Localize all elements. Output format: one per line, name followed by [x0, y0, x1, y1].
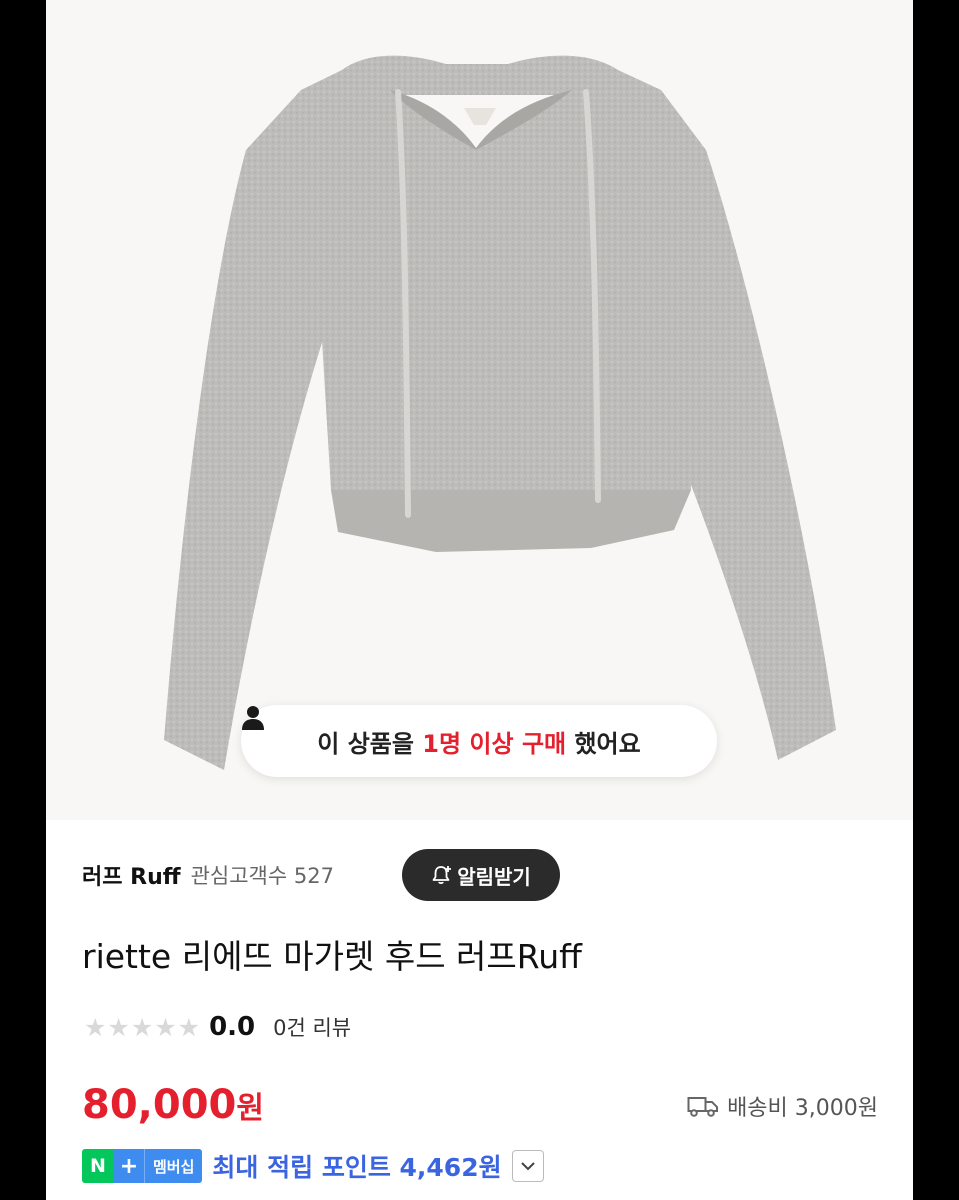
price: 80,000원 [82, 1082, 264, 1128]
points-expand-button[interactable] [511, 1150, 544, 1182]
buyers-text: 이 상품을 1명 이상 구매 했어요 [317, 724, 640, 759]
chevron-down-icon [520, 1162, 535, 1171]
naver-n-logo: N [82, 1149, 114, 1183]
max-points: 최대 적립 포인트 4,462원 [212, 1153, 502, 1182]
seller-name[interactable]: 러프 Ruff [82, 859, 181, 891]
alarm-button[interactable]: 알림받기 [402, 849, 560, 901]
product-title: riette 리에뜨 마가렛 후드 러프Ruff [82, 937, 582, 976]
buyers-prefix: 이 상품을 [317, 729, 423, 758]
membership-row: N + 멤버십 최대 적립 포인트 4,462원 [82, 1146, 544, 1186]
membership-label: 멤버십 [144, 1149, 203, 1183]
interest-count: 관심고객수 527 [190, 864, 334, 888]
product-screen: 이 상품을 1명 이상 구매 했어요 러프 Ruff 관심고객수 527 알림받… [46, 0, 913, 1200]
rating-row[interactable]: ★★★★★ 0.0 0건 리뷰 [84, 1008, 351, 1046]
review-count[interactable]: 0건 리뷰 [273, 1012, 351, 1042]
truck-icon [687, 1097, 719, 1117]
price-unit: 원 [236, 1091, 264, 1126]
buyers-suffix: 했어요 [566, 729, 641, 758]
plus-icon: + [114, 1149, 144, 1183]
sweater-illustration [164, 55, 836, 770]
product-image[interactable]: 이 상품을 1명 이상 구매 했어요 [46, 0, 913, 820]
shipping-text: 배송비 3,000원 [727, 1096, 878, 1121]
price-number: 80,000 [82, 1082, 237, 1128]
shipping-fee: 배송비 3,000원 [687, 1090, 878, 1122]
seller-info: 러프 Ruff 관심고객수 527 [82, 848, 334, 902]
rating-score: 0.0 [209, 1012, 256, 1042]
buyers-count: 1명 이상 구매 [422, 729, 567, 758]
naver-plus-membership-badge: N + 멤버십 [82, 1149, 203, 1183]
bell-plus-icon [432, 866, 452, 885]
buyers-badge: 이 상품을 1명 이상 구매 했어요 [241, 705, 717, 777]
rating-stars: ★★★★★ [84, 1012, 202, 1042]
alarm-button-label: 알림받기 [457, 866, 531, 889]
person-icon [242, 706, 264, 730]
